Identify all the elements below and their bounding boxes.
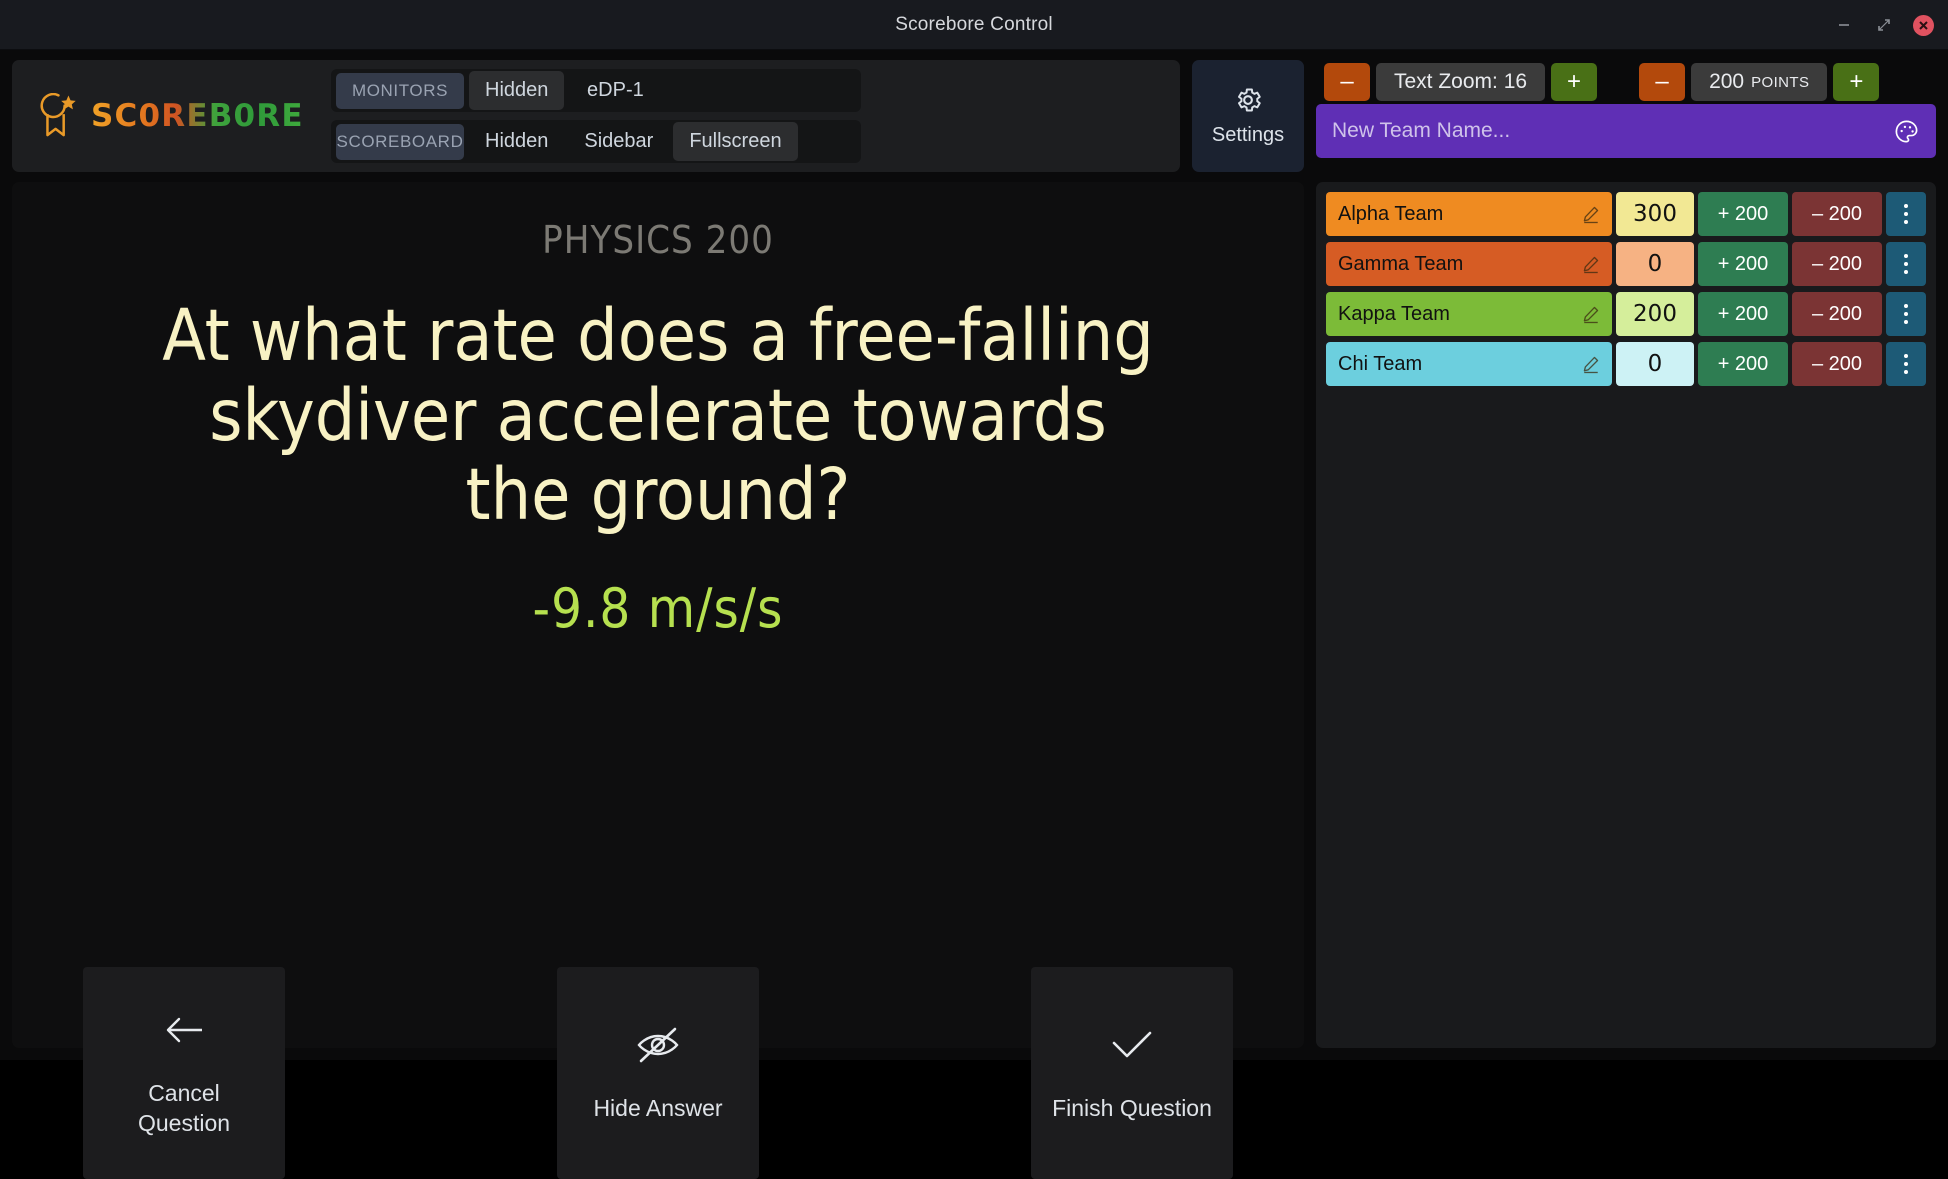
edit-pencil-icon[interactable] [1581, 255, 1600, 274]
window-controls [1833, 0, 1934, 50]
maximize-icon[interactable] [1873, 14, 1895, 36]
team-name-field[interactable]: Kappa Team [1326, 292, 1612, 336]
team-overflow-menu-icon[interactable] [1886, 292, 1926, 336]
window-title: Scorebore Control [895, 13, 1053, 35]
team-row: Alpha Team 300 + 200– 200 [1326, 192, 1926, 236]
check-icon [1109, 1023, 1155, 1067]
scoreboard-option-hidden[interactable]: Hidden [469, 122, 564, 161]
points-increase-button[interactable]: + [1833, 63, 1880, 101]
right-panel-top: – Text Zoom: 16 + – 200 POINTS + New Tea… [1316, 60, 1936, 172]
question-text: At what rate does a free-falling skydive… [162, 294, 1154, 537]
right-toolbar: – Text Zoom: 16 + – 200 POINTS + [1316, 60, 1936, 104]
cancel-question-label: Cancel Question [137, 1079, 231, 1136]
team-name-label: Gamma Team [1338, 252, 1464, 275]
text-zoom-decrease-button[interactable]: – [1324, 63, 1370, 101]
team-name-field[interactable]: Alpha Team [1326, 192, 1612, 236]
team-row: Gamma Team 0 + 200– 200 [1326, 242, 1926, 286]
team-overflow-menu-icon[interactable] [1886, 242, 1926, 286]
edit-pencil-icon[interactable] [1581, 355, 1600, 374]
team-name-field[interactable]: Gamma Team [1326, 242, 1612, 286]
palette-icon[interactable] [1893, 118, 1920, 145]
team-add-points-button[interactable]: + 200 [1698, 292, 1788, 336]
top-bar: SC0REB0RE MONITORS Hidden eDP-1 SCOREBOA… [12, 60, 1936, 172]
settings-label: Settings [1211, 124, 1285, 146]
title-bar: Scorebore Control [0, 0, 1948, 50]
question-stage: PHYSICS 200 At what rate does a free-fal… [12, 182, 1304, 1179]
teams-panel-column: Alpha Team 300 + 200– 200 Gamma Team 0 + 200–… [1316, 182, 1936, 1048]
team-overflow-menu-icon[interactable] [1886, 192, 1926, 236]
team-score[interactable]: 200 [1616, 292, 1694, 336]
close-icon[interactable] [1913, 14, 1934, 36]
points-value: 200 POINTS [1691, 63, 1828, 101]
team-score[interactable]: 0 [1616, 242, 1694, 286]
scoreboard-option-sidebar[interactable]: Sidebar [568, 122, 669, 161]
scoreboard-row: SCOREBOARD Hidden Sidebar Fullscreen [331, 120, 861, 163]
team-name-field[interactable]: Chi Team [1326, 342, 1612, 386]
team-score[interactable]: 300 [1616, 192, 1694, 236]
team-score[interactable]: 0 [1616, 342, 1694, 386]
arrow-left-icon [163, 1008, 205, 1052]
finish-question-button[interactable]: Finish Question [1031, 967, 1233, 1179]
points-units: POINTS [1751, 73, 1810, 91]
brand-name: SC0REB0RE [91, 98, 304, 134]
gear-icon [1238, 88, 1261, 112]
points-stepper: – 200 POINTS + [1639, 63, 1880, 101]
top-bar-left: SC0REB0RE MONITORS Hidden eDP-1 SCOREBOA… [12, 60, 1180, 172]
points-decrease-button[interactable]: – [1639, 63, 1686, 101]
teams-panel: Alpha Team 300 + 200– 200 Gamma Team 0 + 200–… [1316, 182, 1936, 1048]
team-name-label: Chi Team [1338, 352, 1423, 375]
answer-text: -9.8 m/s/s [532, 576, 784, 640]
hide-answer-label: Hide Answer [593, 1094, 723, 1121]
category-label: PHYSICS 200 [542, 218, 774, 262]
team-row: Kappa Team 200 + 200– 200 [1326, 292, 1926, 336]
monitors-tag: MONITORS [336, 72, 464, 109]
team-subtract-points-button[interactable]: – 200 [1792, 342, 1882, 386]
monitors-option-edp1[interactable]: eDP-1 [568, 71, 662, 110]
team-subtract-points-button[interactable]: – 200 [1792, 192, 1882, 236]
monitors-row: MONITORS Hidden eDP-1 [331, 69, 861, 112]
points-number: 200 [1709, 70, 1745, 93]
new-team-bar[interactable]: New Team Name... [1316, 104, 1936, 158]
edit-pencil-icon[interactable] [1581, 205, 1600, 224]
team-subtract-points-button[interactable]: – 200 [1792, 242, 1882, 286]
edit-pencil-icon[interactable] [1581, 305, 1600, 324]
app-body: SC0REB0RE MONITORS Hidden eDP-1 SCOREBOA… [0, 50, 1948, 1179]
minimize-icon[interactable] [1833, 14, 1855, 36]
scoreboard-tag: SCOREBOARD [336, 123, 464, 160]
content-area: PHYSICS 200 At what rate does a free-fal… [12, 182, 1936, 1179]
team-overflow-menu-icon[interactable] [1886, 342, 1926, 386]
settings-button[interactable]: Settings [1192, 60, 1304, 172]
monitors-option-hidden[interactable]: Hidden [469, 71, 565, 110]
eye-off-icon [635, 1023, 681, 1067]
scoreboard-option-fullscreen[interactable]: Fullscreen [673, 122, 798, 161]
text-zoom-increase-button[interactable]: + [1551, 63, 1598, 101]
cancel-question-button[interactable]: Cancel Question [83, 967, 285, 1179]
award-medal-star-icon [40, 93, 76, 137]
team-add-points-button[interactable]: + 200 [1698, 242, 1788, 286]
finish-question-label: Finish Question [1052, 1094, 1212, 1121]
team-subtract-points-button[interactable]: – 200 [1792, 292, 1882, 336]
team-add-points-button[interactable]: + 200 [1698, 192, 1788, 236]
monitor-controls: MONITORS Hidden eDP-1 SCOREBOARD Hidden … [331, 69, 861, 163]
hide-answer-button[interactable]: Hide Answer [557, 967, 759, 1179]
team-add-points-button[interactable]: + 200 [1698, 342, 1788, 386]
new-team-input[interactable]: New Team Name... [1332, 119, 1883, 143]
team-name-label: Kappa Team [1338, 302, 1450, 325]
team-row: Chi Team 0 + 200– 200 [1326, 342, 1926, 386]
brand-logo: SC0REB0RE [36, 93, 304, 139]
app-window: Scorebore Control SC0REB0RE MONITORS Hid… [0, 0, 1948, 1179]
question-actions: Cancel Question Hide Answer Finish Quest… [12, 967, 1304, 1179]
team-name-label: Alpha Team [1338, 202, 1444, 225]
text-zoom-stepper: – Text Zoom: 16 + [1324, 63, 1598, 101]
text-zoom-value: Text Zoom: 16 [1376, 63, 1546, 101]
